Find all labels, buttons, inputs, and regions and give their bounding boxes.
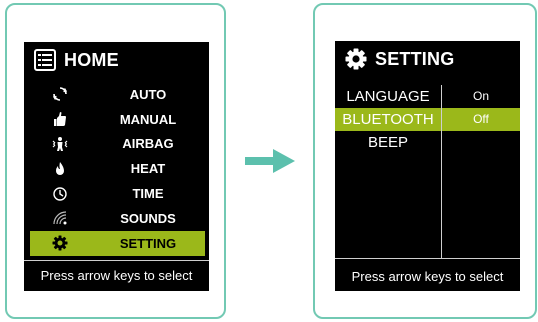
menu-item-airbag[interactable]: AIRBAG [24, 132, 209, 157]
setting-item-language[interactable]: LANGUAGE [335, 85, 441, 108]
menu-item-sounds[interactable]: SOUNDS [24, 206, 209, 231]
menu-item-label: MANUAL [119, 111, 177, 127]
option-on[interactable]: On [442, 85, 520, 108]
footer-divider [335, 258, 520, 259]
menu-list-icon [34, 49, 56, 71]
footer-hint: Press arrow keys to select [40, 268, 193, 283]
menu-item-heat[interactable]: HEAT [24, 156, 209, 181]
auto-cycle-icon [52, 86, 68, 102]
setting-item-beep[interactable]: BEEP [335, 131, 441, 154]
footer-divider [24, 260, 209, 261]
hand-icon [52, 111, 68, 127]
home-screen: HOME AUTO MANUAL AIRBAG HEAT TIME SOUNDS… [24, 42, 209, 291]
menu-item-label: SOUNDS [120, 210, 176, 226]
menu-item-label: TIME [132, 186, 164, 202]
setting-screen: SETTING LANGUAGE BLUETOOTH BEEP On Off P… [335, 41, 520, 291]
menu-item-setting[interactable]: SETTING [30, 230, 205, 256]
gear-icon [52, 235, 68, 251]
airbag-person-icon [52, 136, 68, 152]
page-title: HOME [64, 49, 119, 70]
menu-item-auto[interactable]: AUTO [24, 82, 209, 107]
gear-icon [345, 48, 367, 70]
option-list: On Off [442, 85, 520, 131]
page-title: SETTING [375, 48, 455, 69]
transition-arrow-icon [245, 147, 297, 175]
setting-item-bluetooth[interactable]: BLUETOOTH [335, 108, 441, 131]
clock-icon [52, 186, 68, 202]
menu-item-label: HEAT [130, 161, 166, 177]
menu-item-label: AIRBAG [122, 136, 174, 152]
setting-list: LANGUAGE BLUETOOTH BEEP [335, 85, 441, 154]
menu-item-manual[interactable]: MANUAL [24, 107, 209, 132]
home-menu: AUTO MANUAL AIRBAG HEAT TIME SOUNDS SETT… [24, 82, 209, 256]
setting-title-bar: SETTING [335, 41, 520, 77]
footer-hint: Press arrow keys to select [351, 269, 504, 284]
sound-icon [52, 210, 68, 226]
option-off[interactable]: Off [442, 108, 520, 131]
home-title-bar: HOME [24, 42, 209, 78]
menu-item-label: SETTING [119, 235, 177, 251]
home-device-frame: HOME AUTO MANUAL AIRBAG HEAT TIME SOUNDS… [5, 3, 226, 319]
menu-item-label: AUTO [129, 86, 167, 102]
flame-icon [52, 161, 68, 177]
menu-item-time[interactable]: TIME [24, 181, 209, 206]
setting-device-frame: SETTING LANGUAGE BLUETOOTH BEEP On Off P… [313, 3, 537, 319]
